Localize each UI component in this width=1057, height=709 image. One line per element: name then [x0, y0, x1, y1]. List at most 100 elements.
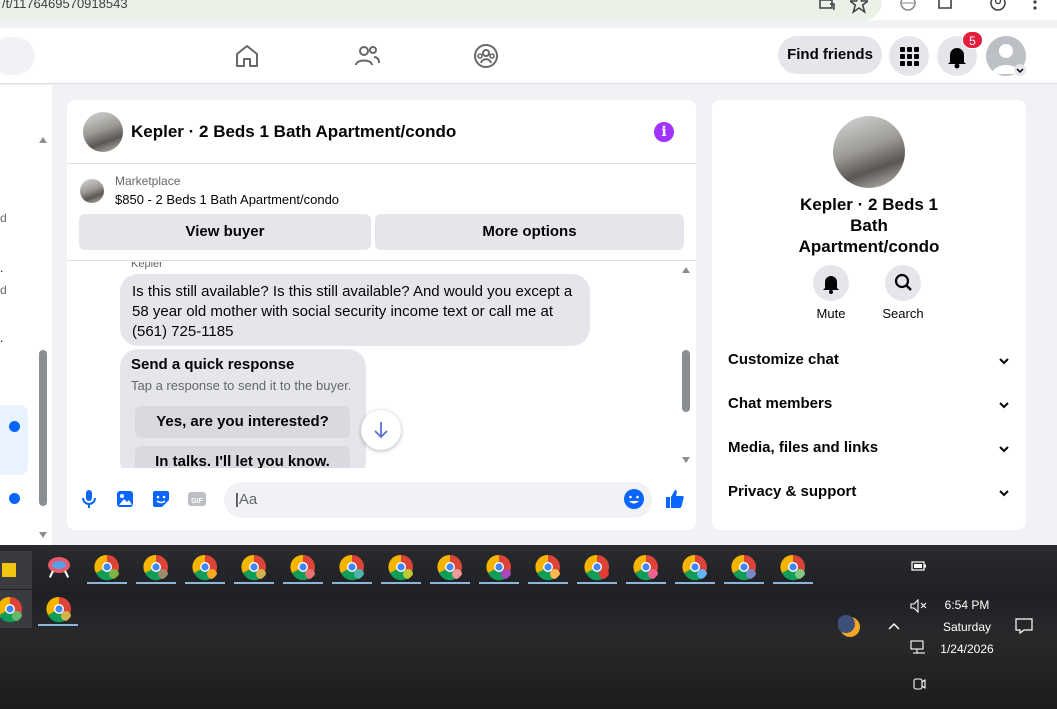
photo-icon[interactable]: [114, 488, 136, 510]
chrome-icon[interactable]: [387, 553, 415, 581]
bell-icon: [823, 276, 839, 294]
taskbar-running-indicator: [283, 582, 323, 584]
view-buyer-button[interactable]: View buyer: [79, 214, 371, 250]
chrome-icon[interactable]: [730, 553, 758, 581]
install-app-icon[interactable]: [818, 0, 836, 14]
info-panel-title: Kepler · 2 Beds 1 Bath Apartment/condo: [798, 195, 940, 256]
chevron-down-icon[interactable]: [1014, 64, 1026, 76]
marketplace-listing-card: Marketplace $850 - 2 Beds 1 Bath Apartme…: [67, 165, 696, 261]
chrome-icon[interactable]: [485, 553, 513, 581]
address-bar-url: /t/1176469570918543: [2, 0, 128, 11]
chrome-icon[interactable]: [583, 553, 611, 581]
meet-now-icon[interactable]: [912, 677, 926, 691]
extensions-puzzle-icon[interactable]: [936, 0, 954, 14]
taskbar-running-indicator: [234, 582, 274, 584]
listing-small-thumbnail[interactable]: [80, 179, 104, 203]
privacy-support-section[interactable]: Privacy & support: [728, 483, 1012, 507]
scroll-to-bottom-button[interactable]: [361, 410, 401, 450]
gif-icon[interactable]: GIF: [186, 488, 208, 510]
extension-globe-icon[interactable]: [899, 0, 917, 14]
home-icon[interactable]: [233, 42, 261, 70]
chrome-icon[interactable]: [191, 553, 219, 581]
chrome-icon[interactable]: [142, 553, 170, 581]
chevron-up-icon[interactable]: [887, 621, 901, 631]
address-bar[interactable]: /t/1176469570918543: [0, 0, 882, 20]
customize-chat-section[interactable]: Customize chat: [728, 351, 1012, 375]
section-label: Customize chat: [728, 351, 839, 368]
emoji-icon[interactable]: [623, 488, 645, 510]
taskbar-app-active[interactable]: [0, 551, 32, 589]
snipping-tool-icon[interactable]: [45, 553, 73, 581]
chrome-icon[interactable]: [632, 553, 660, 581]
friends-icon[interactable]: [353, 42, 381, 70]
menu-grid-button[interactable]: [889, 36, 929, 76]
notifications-center-icon[interactable]: [1015, 618, 1033, 634]
thumbs-up-icon[interactable]: [663, 488, 685, 510]
sidebar-truncated-text: d: [0, 211, 7, 225]
info-icon[interactable]: i: [654, 122, 674, 142]
chrome-icon[interactable]: [93, 553, 121, 581]
scroll-up-arrow-icon[interactable]: [681, 266, 691, 274]
listing-thumbnail[interactable]: [83, 112, 123, 152]
section-label: Privacy & support: [728, 483, 857, 500]
message-scrollbar[interactable]: [682, 350, 690, 412]
browser-menu-icon[interactable]: [1026, 0, 1044, 14]
sidebar-chat-item-selected[interactable]: [0, 405, 28, 475]
chrome-icon[interactable]: [534, 553, 562, 581]
quick-reply-button[interactable]: In talks. I'll let you know.: [135, 446, 350, 468]
message-input[interactable]: |Aa: [224, 482, 652, 518]
taskbar-running-indicator: [528, 582, 568, 584]
bookmark-star-icon[interactable]: [850, 0, 868, 14]
grid-menu-icon: [900, 47, 919, 66]
chrome-icon[interactable]: [779, 553, 807, 581]
browser-toolbar: /t/1176469570918543: [0, 0, 1057, 20]
sidebar-scrollbar[interactable]: [39, 350, 47, 506]
scroll-down-arrow-icon[interactable]: [681, 456, 691, 464]
chrome-icon[interactable]: [681, 553, 709, 581]
taskbar-running-indicator: [724, 582, 764, 584]
chrome-icon[interactable]: [338, 553, 366, 581]
groups-icon[interactable]: [472, 42, 500, 70]
chrome-icon[interactable]: [289, 553, 317, 581]
clock-day[interactable]: Saturday: [937, 620, 997, 634]
taskbar-running-indicator: [626, 582, 666, 584]
media-files-links-section[interactable]: Media, files and links: [728, 439, 1012, 463]
sticker-icon[interactable]: [150, 488, 172, 510]
chat-members-section[interactable]: Chat members: [728, 395, 1012, 419]
microphone-icon[interactable]: [78, 488, 100, 510]
scroll-up-arrow-icon[interactable]: [38, 136, 48, 144]
listing-price-title[interactable]: $850 - 2 Beds 1 Bath Apartment/condo: [115, 192, 339, 207]
section-label: Chat members: [728, 395, 833, 412]
profile-icon[interactable]: [989, 0, 1007, 14]
quick-response-card: Send a quick response Tap a response to …: [120, 349, 366, 468]
network-icon[interactable]: [910, 640, 928, 654]
clock-date[interactable]: 1/24/2026: [932, 642, 1002, 656]
taskbar-running-indicator: [577, 582, 617, 584]
sidebar-truncated-text: d: [0, 283, 7, 297]
chrome-icon[interactable]: [436, 553, 464, 581]
volume-muted-icon[interactable]: [910, 599, 928, 613]
weather-moon-icon[interactable]: [838, 615, 862, 639]
chevron-down-icon: [999, 446, 1009, 453]
svg-text:GIF: GIF: [191, 498, 203, 505]
more-options-button[interactable]: More options: [375, 214, 684, 250]
chats-sidebar: d . d .: [0, 85, 52, 545]
search-in-conversation-button[interactable]: [885, 265, 921, 301]
scroll-down-arrow-icon[interactable]: [38, 531, 48, 539]
chrome-icon[interactable]: [240, 553, 268, 581]
message-bubble[interactable]: Is this still available? Is this still a…: [120, 274, 590, 346]
facebook-search-field[interactable]: [0, 37, 35, 75]
sender-name: Kepler: [131, 262, 163, 270]
listing-large-thumbnail[interactable]: [833, 116, 905, 188]
battery-icon[interactable]: [911, 561, 927, 571]
quick-reply-button[interactable]: Yes, are you interested?: [135, 406, 350, 438]
mute-button[interactable]: [813, 265, 849, 301]
find-friends-button[interactable]: Find friends: [778, 36, 882, 74]
sticky-notes-icon: [2, 563, 16, 577]
clock-time[interactable]: 6:54 PM: [937, 598, 997, 612]
taskbar-running-indicator: [87, 582, 127, 584]
arrow-down-icon: [374, 422, 388, 439]
chrome-icon[interactable]: [45, 595, 73, 623]
chat-title[interactable]: Kepler · 2 Beds 1 Bath Apartment/condo: [131, 122, 456, 142]
message-input-placeholder: Aa: [238, 491, 258, 508]
